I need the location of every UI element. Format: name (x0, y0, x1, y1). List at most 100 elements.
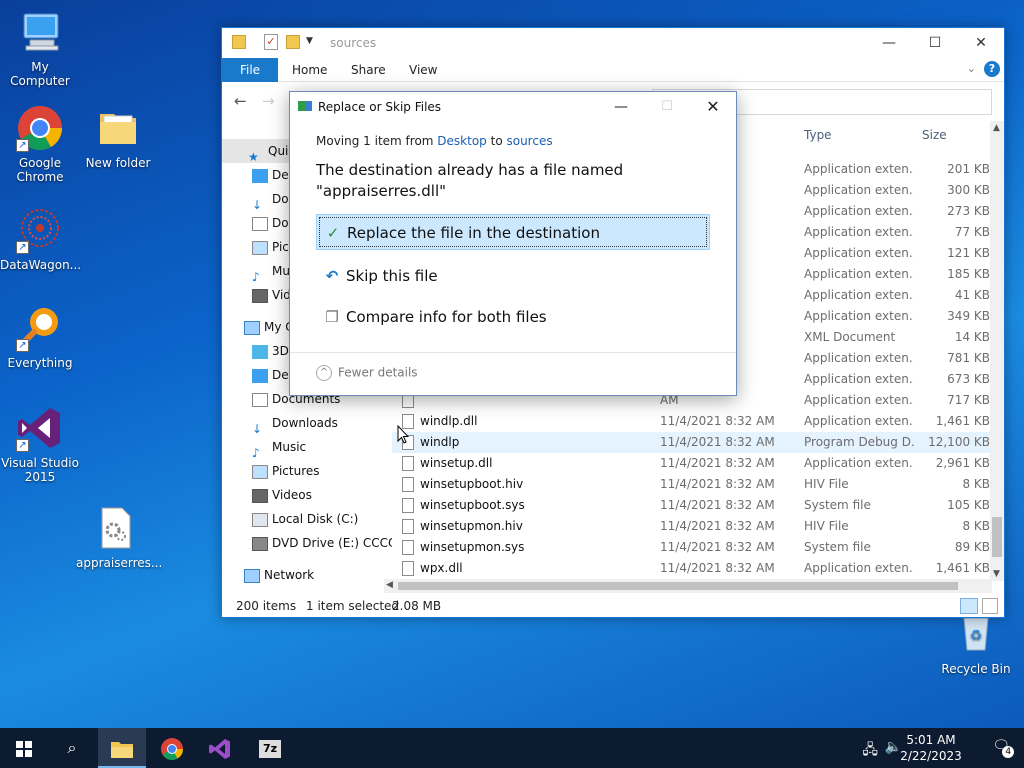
table-row[interactable]: wpx.dll 11/4/2021 8:32 AM Application exte… (392, 558, 992, 579)
music-icon: ♪ (252, 445, 260, 460)
scroll-left-icon[interactable]: ◀ (386, 580, 393, 590)
large-icons-view-icon[interactable] (982, 598, 998, 614)
folder-icon (232, 35, 246, 49)
file-size: 121 KB (947, 246, 990, 260)
file-type: Program Debug D... (804, 435, 914, 449)
scroll-thumb[interactable] (992, 517, 1002, 557)
skip-option-button[interactable]: ↶ Skip this file (316, 258, 710, 294)
file-size: 77 KB (954, 225, 990, 239)
chevron-down-icon[interactable]: ▼ (306, 36, 313, 46)
help-button[interactable]: ? (984, 61, 1000, 77)
dialog-titlebar[interactable]: Replace or Skip Files — ☐ ✕ (290, 92, 736, 122)
table-row[interactable]: winsetup.dll 11/4/2021 8:32 AM Application… (392, 453, 992, 474)
network-icon[interactable]: 🖧 (862, 739, 878, 763)
file-size: 1,461 KB (935, 561, 990, 575)
file-type: XML Document (804, 330, 896, 344)
taskbar-visual-studio[interactable] (196, 728, 244, 768)
taskbar-file-explorer[interactable] (98, 728, 146, 768)
pictures-icon (252, 240, 268, 255)
dialog-close-button[interactable]: ✕ (690, 92, 736, 122)
tab-share[interactable]: Share (351, 58, 386, 82)
file-type: Application exten... (804, 225, 914, 239)
properties-icon[interactable]: ✓ (264, 34, 278, 50)
nav-downloads-2[interactable]: ↓ Downloads (222, 411, 392, 435)
chrome-icon (161, 737, 183, 760)
file-type: Application exten... (804, 183, 914, 197)
desktop-icon-recycle-bin[interactable]: ♻ Recycle Bin (936, 610, 1016, 676)
new-folder-icon[interactable] (286, 35, 300, 49)
replace-option-button[interactable]: ✓ Replace the file in the destination (316, 214, 710, 250)
compare-option-button[interactable]: ❐ Compare info for both files (316, 299, 710, 335)
clock[interactable]: 5:01 AM 2/22/2023 (896, 732, 966, 764)
search-button[interactable]: ⌕ (48, 728, 96, 768)
forward-arrow-icon[interactable]: → (262, 92, 275, 110)
file-date: 11/4/2021 8:32 AM (660, 519, 775, 533)
taskbar-7zip[interactable]: 7z (246, 728, 294, 768)
file-size: 185 KB (947, 267, 990, 281)
star-icon: ★ (248, 149, 259, 164)
nav-music-2[interactable]: ♪ Music (222, 435, 392, 459)
table-row[interactable]: winsetupmon.hiv 11/4/2021 8:32 AM HIV File… (392, 516, 992, 537)
desktop-icon-my-computer[interactable]: My Computer (0, 8, 80, 88)
fewer-details-button[interactable]: ^ Fewer details (316, 365, 418, 381)
desktop-icon-everything[interactable]: ↗ Everything (0, 304, 80, 370)
desktop-icon-visual-studio[interactable]: ↗ Visual Studio 2015 (0, 404, 80, 484)
table-row[interactable]: windlp 11/4/2021 8:32 AM Program Debug D..… (392, 432, 992, 453)
file-icon (402, 456, 414, 471)
dll-file-icon (92, 504, 140, 552)
file-date: 11/4/2021 8:32 AM (660, 477, 775, 491)
explorer-titlebar[interactable]: ✓ ▼ sources — ☐ ✕ (222, 28, 1004, 58)
chrome-icon: ↗ (16, 104, 64, 152)
table-row[interactable]: winsetupmon.sys 11/4/2021 8:32 AM System f… (392, 537, 992, 558)
tab-home[interactable]: Home (292, 58, 327, 82)
desktop-icon-new-folder[interactable]: New folder (78, 104, 158, 170)
desktop-icon-chrome[interactable]: ↗ Google Chrome (0, 104, 80, 184)
taskbar-chrome[interactable] (148, 728, 196, 768)
tab-view[interactable]: View (409, 58, 437, 82)
file-type: Application exten... (804, 288, 914, 302)
nav-pictures-2[interactable]: Pictures (222, 459, 392, 483)
computer-icon (244, 320, 260, 335)
desktop-icon-datawagon[interactable]: ↗ DataWagon... (0, 206, 81, 272)
scroll-down-icon[interactable]: ▼ (993, 569, 1000, 579)
videos-icon (252, 288, 268, 303)
source-link[interactable]: Desktop (437, 134, 487, 148)
file-type: System file (804, 540, 871, 554)
tab-file[interactable]: File (222, 58, 278, 82)
close-button[interactable]: ✕ (958, 28, 1004, 58)
scroll-thumb-horizontal[interactable] (398, 582, 958, 590)
table-row[interactable]: windlp.dll 11/4/2021 8:32 AM Application e… (392, 411, 992, 432)
nav-dvd-drive[interactable]: DVD Drive (E:) CCCOMA (222, 531, 392, 555)
file-type: Application exten... (804, 204, 914, 218)
table-row[interactable]: winsetupboot.hiv 11/4/2021 8:32 AM HIV Fil… (392, 474, 992, 495)
column-header-size[interactable]: Size (922, 121, 947, 149)
horizontal-scrollbar[interactable]: ◀ (384, 579, 992, 593)
file-name: winsetupboot.hiv (420, 477, 524, 491)
file-name: windlp (420, 435, 460, 449)
nav-videos-2[interactable]: Videos (222, 483, 392, 507)
destination-link[interactable]: sources (506, 134, 552, 148)
vertical-scrollbar[interactable]: ▲ ▼ (990, 121, 1004, 581)
file-type: HIV File (804, 477, 849, 491)
details-view-icon[interactable] (960, 598, 978, 614)
mouse-cursor-icon (397, 425, 409, 444)
file-size: 273 KB (947, 204, 990, 218)
ribbon-expand-icon[interactable]: ⌄ (967, 62, 976, 75)
column-header-type[interactable]: Type (804, 121, 832, 149)
file-name: windlp.dll (420, 414, 478, 428)
notification-center-button[interactable]: 🗨 4 (992, 738, 1015, 758)
compare-icon: ❐ (325, 308, 339, 326)
back-arrow-icon[interactable]: ← (234, 92, 247, 110)
nav-local-disk[interactable]: Local Disk (C:) (222, 507, 392, 531)
nav-network[interactable]: Network (222, 563, 392, 587)
scroll-up-icon[interactable]: ▲ (993, 123, 1000, 133)
desktop-icon-appraiserres[interactable]: appraiserres... (76, 504, 162, 570)
file-type: Application exten... (804, 456, 914, 470)
desktop-icon (252, 368, 268, 383)
start-button[interactable] (0, 728, 48, 768)
dialog-minimize-button[interactable]: — (598, 92, 644, 122)
table-row[interactable]: winsetupboot.sys 11/4/2021 8:32 AM System … (392, 495, 992, 516)
cube-icon (252, 344, 268, 359)
maximize-button[interactable]: ☐ (912, 28, 958, 58)
minimize-button[interactable]: — (866, 28, 912, 58)
